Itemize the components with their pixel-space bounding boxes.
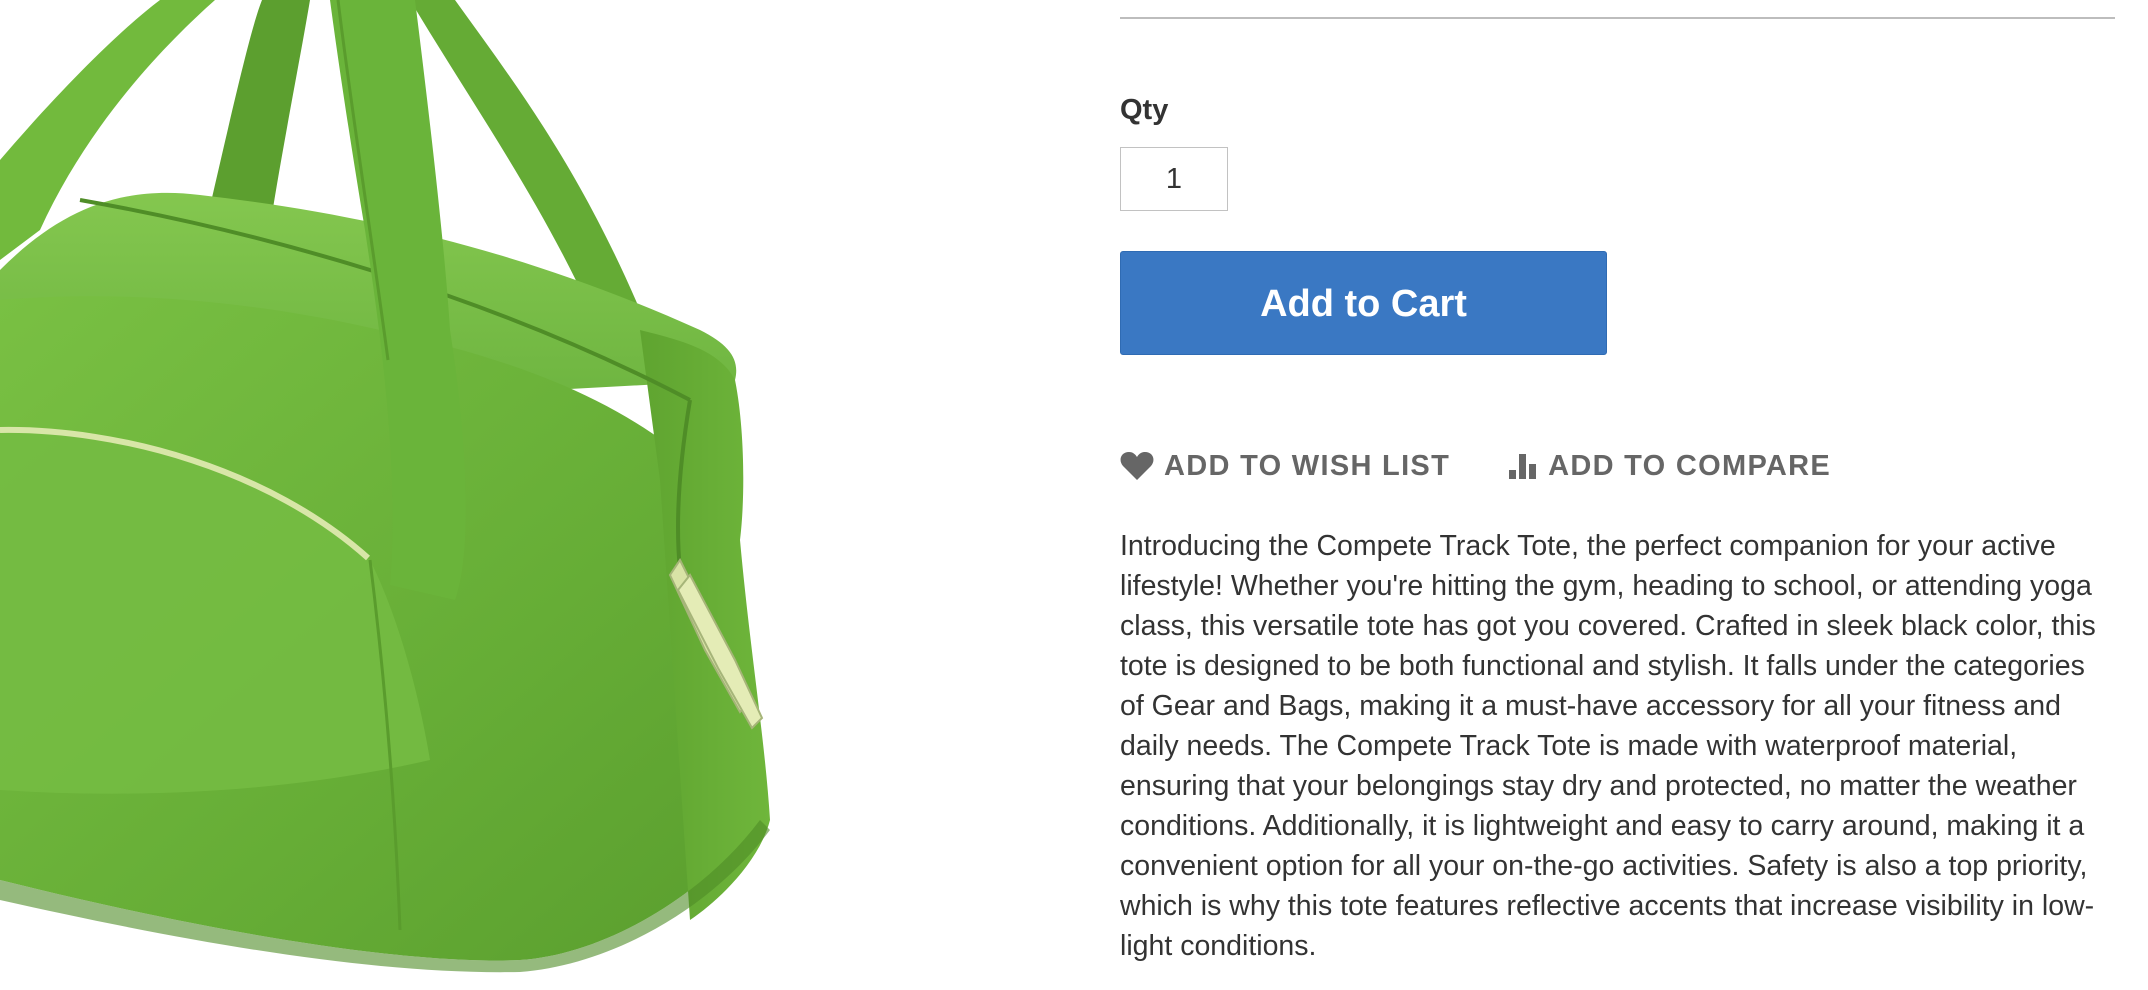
- product-actions: ADD TO WISH LIST ADD TO COMPARE: [1120, 446, 1831, 486]
- compare-label: ADD TO COMPARE: [1548, 449, 1832, 482]
- heart-icon: [1120, 451, 1154, 481]
- divider: [1120, 17, 2115, 19]
- qty-label: Qty: [1120, 94, 1169, 126]
- product-page: Qty Add to Cart ADD TO WISH LIST: [0, 0, 2148, 990]
- add-to-cart-button[interactable]: Add to Cart: [1120, 251, 1607, 355]
- add-to-compare-link[interactable]: ADD TO COMPARE: [1508, 450, 1831, 483]
- bar-chart-icon: [1508, 452, 1538, 480]
- qty-input[interactable]: [1120, 147, 1228, 211]
- product-description: Introducing the Compete Track Tote, the …: [1120, 530, 2096, 962]
- tote-bag-illustration: [0, 0, 770, 973]
- wishlist-label: ADD TO WISH LIST: [1164, 449, 1451, 482]
- add-to-wishlist-link[interactable]: ADD TO WISH LIST: [1120, 450, 1450, 483]
- product-info-panel: Qty Add to Cart ADD TO WISH LIST: [1120, 0, 2115, 990]
- product-image[interactable]: [0, 0, 1090, 990]
